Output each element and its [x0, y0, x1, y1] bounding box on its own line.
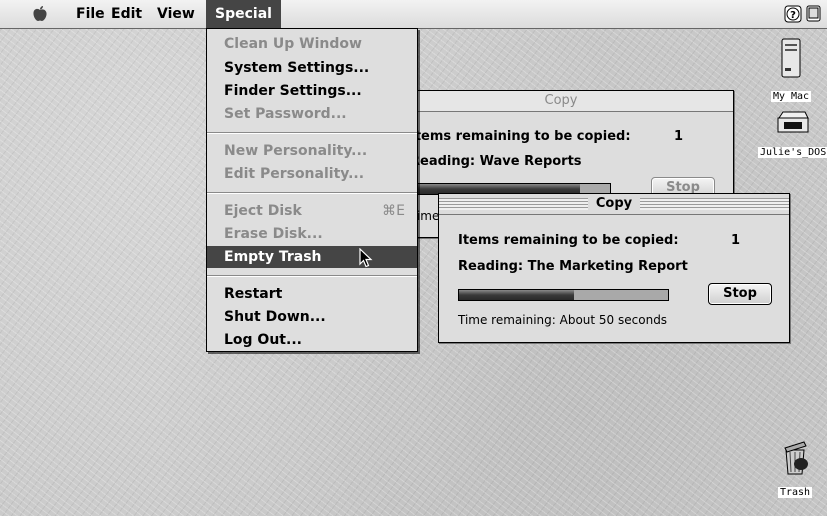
menu-separator: [207, 192, 417, 194]
computer-icon: [781, 38, 801, 78]
menu-item-clean-up-window[interactable]: Clean Up Window: [207, 33, 417, 55]
menu-view[interactable]: View: [157, 0, 195, 28]
time-remaining-label: Time remaining: About 50 seconds: [458, 313, 668, 327]
copy-window-front-titlebar[interactable]: Copy: [439, 194, 789, 215]
menu-separator: [207, 132, 417, 134]
menu-separator: [207, 275, 417, 277]
special-menu: Clean Up Window System Settings... Finde…: [206, 28, 418, 352]
menu-item-label: Eject Disk: [224, 203, 302, 219]
help-icon[interactable]: ?: [784, 5, 802, 27]
trash-icon: [784, 441, 808, 475]
desktop-icon-my-mac[interactable]: My Mac: [760, 38, 822, 103]
disk-drive-icon: [777, 111, 809, 133]
menu-item-eject-disk[interactable]: Eject Disk ⌘E: [207, 200, 417, 222]
items-remaining-count: 1: [731, 233, 741, 248]
desktop-icon-label: Julie's_DOS: [758, 147, 827, 158]
items-remaining-label: Items remaining to be copied:: [410, 129, 631, 144]
items-remaining-label: Items remaining to be copied:: [458, 233, 679, 248]
desktop-icon-trash[interactable]: Trash: [770, 438, 820, 499]
reading-label: Reading: The Marketing Report: [458, 259, 688, 274]
menu-file[interactable]: File: [76, 0, 105, 28]
menu-item-shut-down[interactable]: Shut Down...: [207, 306, 417, 328]
apple-menu[interactable]: [32, 0, 56, 28]
desktop-icon-label: My Mac: [770, 91, 812, 102]
menu-item-log-out[interactable]: Log Out...: [207, 329, 417, 351]
menu-bar: File Edit View Special ?: [0, 0, 827, 29]
menu-edit[interactable]: Edit: [111, 0, 142, 28]
copy-window-back-titlebar[interactable]: Copy: [389, 91, 733, 112]
progress-fill: [459, 290, 574, 300]
menu-item-restart[interactable]: Restart: [207, 283, 417, 305]
apple-icon: [33, 6, 47, 21]
window-title: Copy: [587, 194, 641, 214]
progress-bar: [458, 289, 669, 301]
arrow-cursor-icon: [359, 248, 373, 268]
items-remaining-count: 1: [674, 129, 684, 144]
window-title: Copy: [544, 93, 578, 108]
menu-item-new-personality[interactable]: New Personality...: [207, 140, 417, 162]
menu-item-edit-personality[interactable]: Edit Personality...: [207, 163, 417, 185]
menu-item-set-password[interactable]: Set Password...: [207, 103, 417, 125]
menu-item-label: Empty Trash: [224, 249, 322, 265]
reading-label: Reading: Wave Reports: [410, 154, 582, 169]
desktop-icon-label: Trash: [777, 487, 813, 498]
copy-window-front[interactable]: Copy Items remaining to be copied: 1 Rea…: [438, 193, 790, 343]
menu-item-empty-trash[interactable]: Empty Trash: [207, 246, 417, 268]
menu-item-finder-settings[interactable]: Finder Settings...: [207, 80, 417, 102]
menu-item-system-settings[interactable]: System Settings...: [207, 57, 417, 79]
svg-text:?: ?: [790, 10, 796, 21]
menu-item-erase-disk[interactable]: Erase Disk...: [207, 223, 417, 245]
desktop-icon-julies-dos[interactable]: Julie's_DOS: [758, 110, 827, 159]
application-menu-icon[interactable]: [806, 5, 822, 27]
eject-shortcut: ⌘E: [382, 203, 405, 219]
stop-button[interactable]: Stop: [708, 283, 772, 305]
menu-special[interactable]: Special: [206, 0, 281, 28]
